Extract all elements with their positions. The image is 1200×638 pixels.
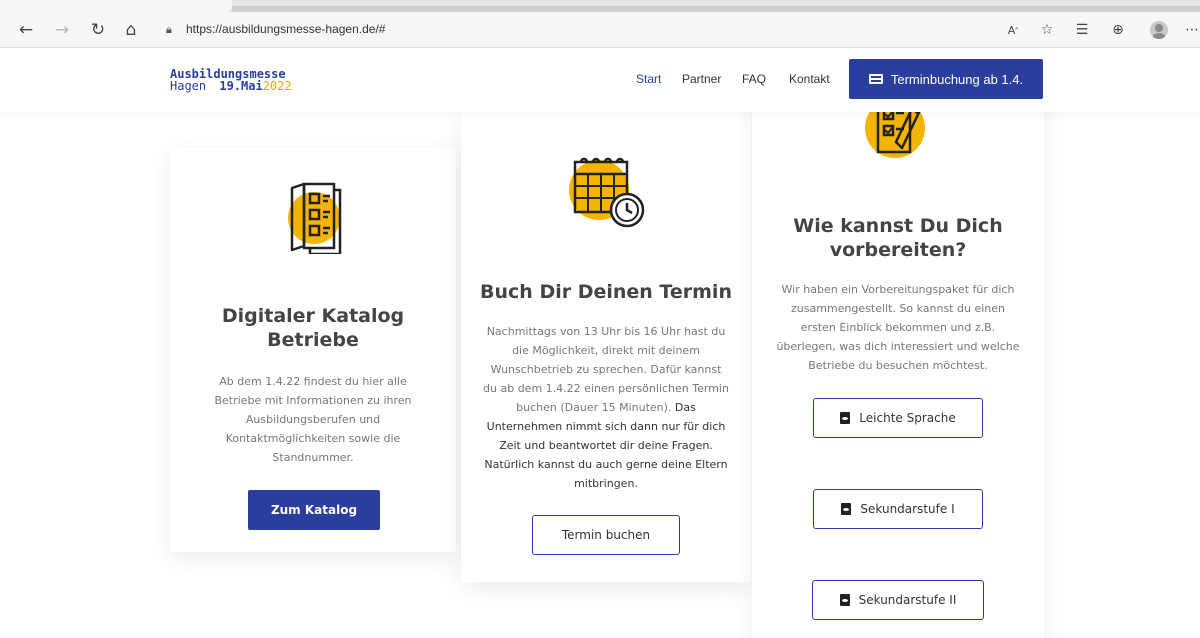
sekundarstufe-1-button[interactable]: Sekundarstufe I	[813, 489, 983, 529]
site-header: Ausbildungsmesse Hagen 19.Mai2022 Start …	[0, 48, 1200, 112]
termin-buchen-button[interactable]: Termin buchen	[532, 515, 680, 555]
logo-date: 19.Mai	[219, 79, 263, 93]
leichte-sprache-button[interactable]: Leichte Sprache	[813, 398, 983, 438]
terminbuchung-label: Terminbuchung ab 1.4.	[890, 71, 1024, 87]
browser-tab-strip	[0, 0, 1200, 12]
card-katalog-text: Ab dem 1.4.22 findest du hier alle Betri…	[214, 375, 412, 464]
pdf-icon	[840, 412, 851, 424]
card-termin-text: Nachmittags von 13 Uhr bis 16 Uhr hast d…	[483, 322, 729, 493]
sekundarstufe-2-label: Sekundarstufe II	[858, 593, 957, 607]
address-bar[interactable]: https://ausbildungsmesse-hagen.de/#	[186, 22, 385, 36]
nav-faq[interactable]: FAQ	[742, 72, 766, 86]
favorites-star-icon[interactable]: ☆	[1035, 18, 1059, 42]
logo-year: 2022	[262, 79, 292, 93]
card-termin: Buch Dir Deinen Termin Nachmittags von 1…	[461, 112, 751, 582]
nav-partner[interactable]: Partner	[682, 72, 721, 86]
pdf-icon	[841, 503, 852, 515]
forward-arrow-icon[interactable]: →	[50, 18, 74, 42]
more-menu-icon[interactable]: ⋯	[1180, 18, 1200, 42]
nav-start[interactable]: Start	[636, 72, 661, 86]
nav-kontakt[interactable]: Kontakt	[789, 72, 830, 86]
card-vorbereitung: Wie kannst Du Dich vorbereiten? Wir habe…	[752, 112, 1044, 638]
terminbuchung-button[interactable]: Terminbuchung ab 1.4.	[849, 59, 1043, 99]
card-termin-text-strong: Das Unternehmen nimmt sich dann nur für …	[484, 401, 728, 490]
card-katalog: Digitaler Katalog Betriebe Ab dem 1.4.22…	[170, 148, 456, 552]
card-icon	[868, 74, 883, 84]
logo-city: Hagen	[170, 79, 207, 93]
reload-icon[interactable]: ↻	[86, 18, 110, 42]
back-arrow-icon[interactable]: ←	[14, 18, 38, 42]
checklist-icon	[865, 112, 925, 158]
card-katalog-title: Digitaler Katalog Betriebe	[221, 305, 405, 351]
lock-icon[interactable]: 🔒︎	[166, 23, 172, 37]
collections-icon[interactable]: ☰	[1070, 18, 1094, 42]
home-icon[interactable]: ⌂	[119, 18, 143, 42]
card-termin-title: Buch Dir Deinen Termin	[480, 281, 732, 303]
logo-line2: Hagen 19.Mai2022	[170, 80, 292, 92]
card-vorbereitung-title: Wie kannst Du Dich vorbereiten?	[793, 215, 1003, 261]
pdf-icon	[839, 594, 850, 606]
browser-toolbar: ← → ↻ ⌂ 🔒︎ https://ausbildungsmesse-hage…	[0, 12, 1200, 48]
browser-active-tab[interactable]	[0, 0, 232, 12]
sekundarstufe-1-label: Sekundarstufe I	[860, 502, 955, 516]
profile-avatar-icon[interactable]	[1150, 21, 1168, 39]
read-aloud-icon[interactable]: Aᴬ	[1001, 18, 1025, 42]
zum-katalog-button[interactable]: Zum Katalog	[248, 490, 380, 530]
leichte-sprache-label: Leichte Sprache	[859, 411, 956, 425]
sekundarstufe-2-button[interactable]: Sekundarstufe II	[812, 580, 984, 620]
main-content: Digitaler Katalog Betriebe Ab dem 1.4.22…	[0, 112, 1200, 638]
catalog-icon	[288, 182, 342, 254]
site-logo[interactable]: Ausbildungsmesse Hagen 19.Mai2022	[170, 68, 292, 92]
card-vorbereitung-text: Wir haben ein Vorbereitungspaket für dic…	[776, 283, 1020, 372]
extensions-icon[interactable]: ⊕	[1106, 18, 1130, 42]
calendar-clock-icon	[569, 157, 645, 228]
